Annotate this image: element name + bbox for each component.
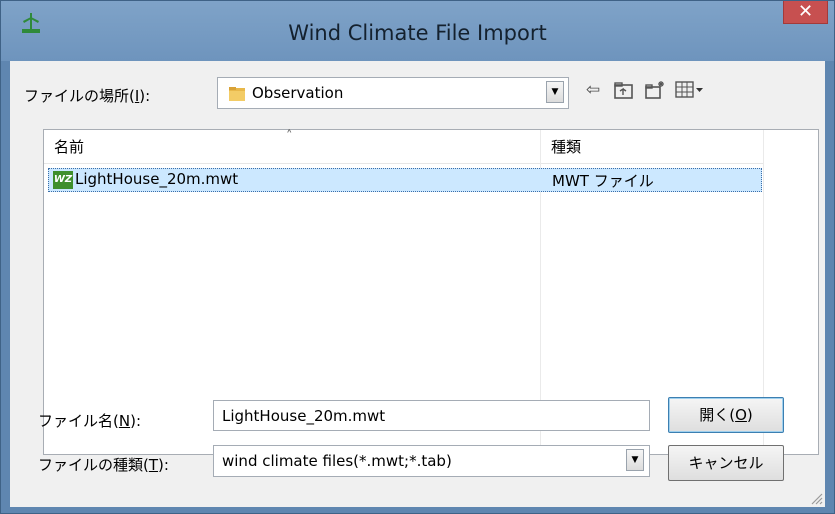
close-button[interactable]: ✕	[783, 1, 828, 24]
file-row[interactable]: WZ LightHouse_20m.mwt MWT ファイル	[48, 168, 762, 192]
title-bar[interactable]: Wind Climate File Import ✕	[1, 1, 834, 61]
look-in-label: ファイルの場所(I):	[24, 87, 151, 105]
file-type-label: ファイルの種類(T):	[38, 456, 169, 474]
new-folder-icon[interactable]	[644, 79, 666, 101]
open-button[interactable]: 開く(O)	[668, 397, 784, 433]
back-icon[interactable]: ⇦	[582, 79, 604, 101]
dialog-body: ファイルの場所(I): Observation ▼ ⇦ 名前 ˄ 種類 WZ L…	[10, 61, 825, 507]
file-type-dropdown-button[interactable]: ▼	[626, 449, 644, 471]
file-name-label: ファイル名(N):	[38, 412, 141, 430]
up-folder-icon[interactable]	[613, 79, 635, 101]
file-type-value: wind climate files(*.mwt;*.tab)	[222, 452, 452, 470]
file-type-cell: MWT ファイル	[552, 172, 654, 190]
sort-ascending-icon: ˄	[286, 129, 293, 144]
window-title: Wind Climate File Import	[288, 21, 547, 45]
column-header-name[interactable]: 名前 ˄	[44, 129, 540, 164]
cancel-button[interactable]: キャンセル	[668, 445, 784, 481]
file-type-combo[interactable]: wind climate files(*.mwt;*.tab) ▼	[213, 445, 650, 477]
look-in-value: Observation	[252, 84, 344, 102]
column-header-type-label: 種類	[551, 138, 582, 156]
resize-grip-icon[interactable]	[809, 491, 823, 505]
look-in-dropdown-button[interactable]: ▼	[546, 81, 564, 103]
view-menu-icon[interactable]	[675, 79, 705, 101]
mwt-file-icon: WZ	[53, 171, 73, 189]
folder-icon	[229, 87, 245, 101]
file-name-input[interactable]: LightHouse_20m.mwt	[213, 400, 650, 431]
file-name-value: LightHouse_20m.mwt	[222, 407, 386, 425]
column-header-type[interactable]: 種類	[541, 130, 763, 164]
file-name-cell: LightHouse_20m.mwt	[75, 170, 239, 188]
look-in-combo[interactable]: Observation ▼	[217, 77, 569, 109]
column-header-name-label: 名前	[54, 138, 85, 156]
dialog-window: Wind Climate File Import ✕ ファイルの場所(I): O…	[0, 0, 835, 514]
